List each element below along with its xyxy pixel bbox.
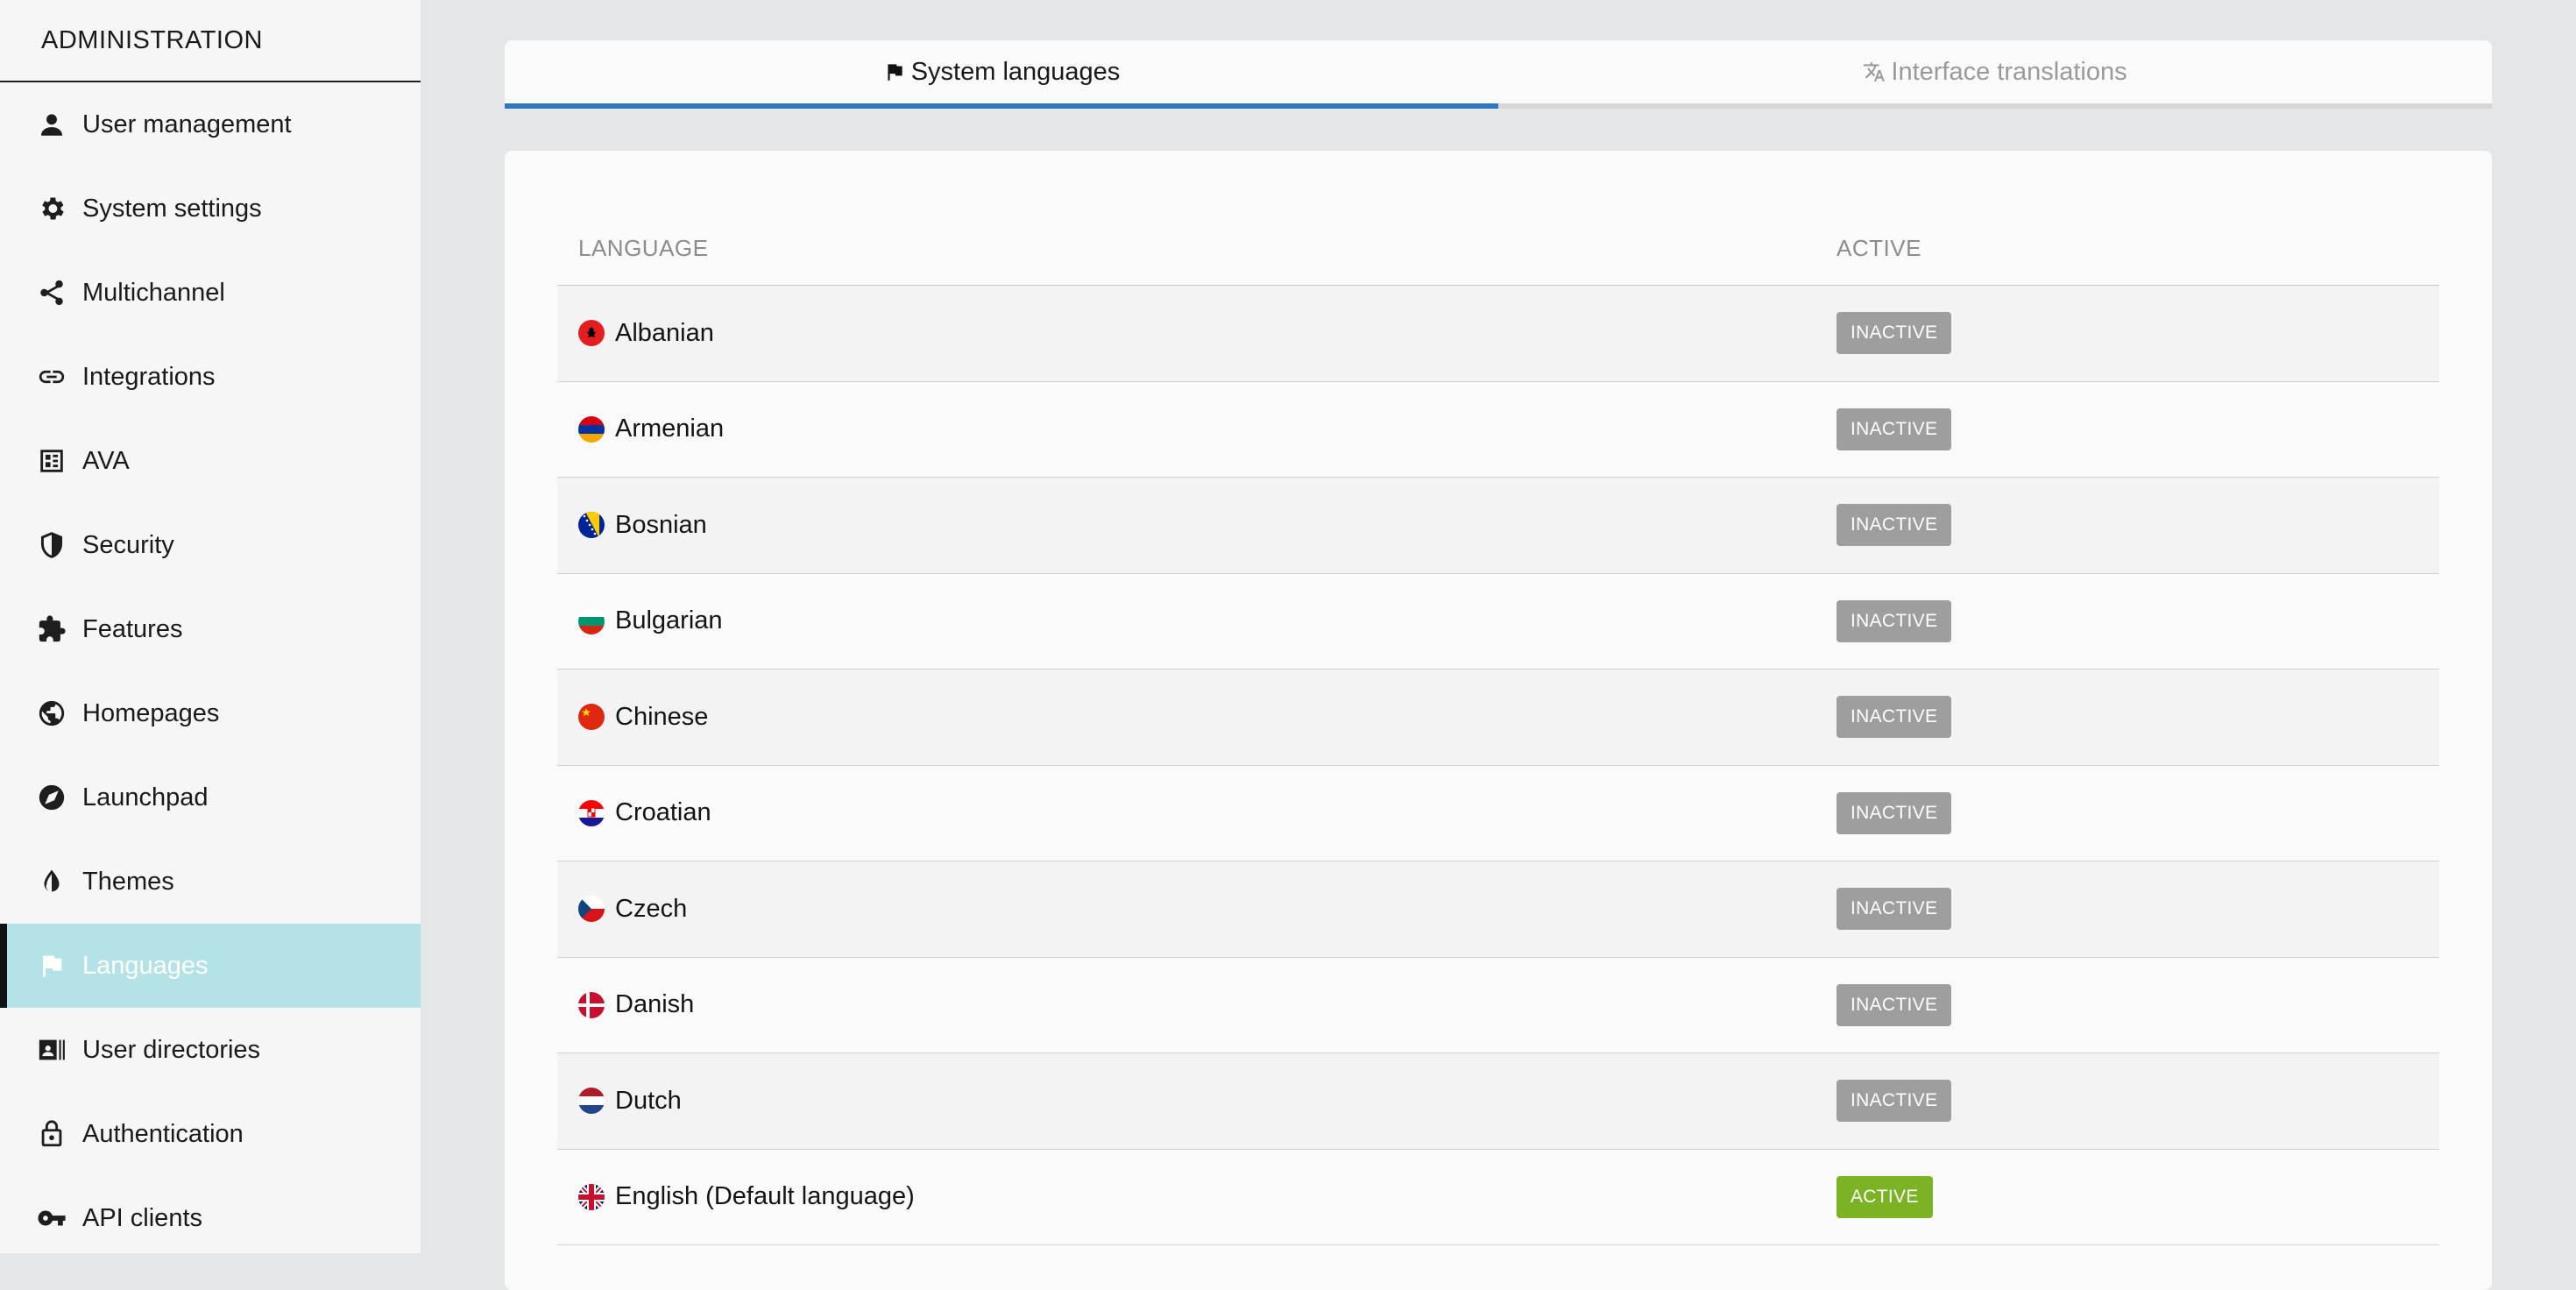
sidebar-item-api-clients[interactable]: API clients — [0, 1176, 421, 1253]
sidebar-item-security[interactable]: Security — [0, 503, 421, 587]
gear-icon — [35, 192, 68, 225]
sidebar-item-label: User directories — [82, 1035, 261, 1064]
flag-icon — [883, 60, 906, 83]
language-name: Danish — [615, 990, 695, 1019]
person-icon — [35, 108, 68, 141]
language-name: Croatian — [615, 798, 711, 827]
sidebar-title: ADMINISTRATION — [0, 0, 421, 82]
sidebar-item-label: Launchpad — [82, 783, 209, 812]
status-badge[interactable]: ACTIVE — [1836, 1175, 1933, 1218]
shield-icon — [35, 528, 68, 562]
dashboard-icon — [35, 444, 68, 478]
china-flag-icon — [578, 704, 605, 731]
table-row[interactable]: Bulgarian INACTIVE — [557, 574, 2439, 670]
sidebar-item-label: Authentication — [82, 1119, 244, 1148]
language-name: Bulgarian — [615, 606, 723, 635]
status-badge[interactable]: INACTIVE — [1836, 312, 1952, 355]
bulgaria-flag-icon — [578, 607, 605, 634]
tab-label: System languages — [910, 57, 1121, 86]
language-name: English (Default language) — [615, 1182, 915, 1211]
language-name: Dutch — [615, 1086, 682, 1115]
sidebar-item-user-directories[interactable]: User directories — [0, 1008, 421, 1092]
sidebar-item-system-settings[interactable]: System settings — [0, 167, 421, 251]
language-name: Albanian — [615, 318, 714, 347]
table-row[interactable]: Czech INACTIVE — [557, 861, 2439, 958]
tab-label: Interface translations — [1891, 57, 2127, 86]
sidebar-item-multichannel[interactable]: Multichannel — [0, 251, 421, 335]
language-name: Czech — [615, 894, 688, 923]
table-row[interactable]: English (Default language) ACTIVE — [557, 1150, 2439, 1245]
status-badge[interactable]: INACTIVE — [1836, 408, 1952, 450]
sidebar-item-launchpad[interactable]: Launchpad — [0, 755, 421, 840]
translate-icon — [1863, 60, 1886, 83]
sidebar-item-languages[interactable]: Languages — [0, 924, 421, 1008]
table-row[interactable]: Chinese INACTIVE — [557, 670, 2439, 766]
sidebar-item-features[interactable]: Features — [0, 587, 421, 671]
languages-table: LANGUAGE ACTIVE Albanian INACTIVE Armeni… — [557, 212, 2439, 1245]
flag-icon — [35, 949, 68, 982]
compass-icon — [35, 781, 68, 814]
sidebar-item-label: Features — [82, 614, 183, 643]
sidebar-item-label: Multichannel — [82, 278, 225, 307]
language-name: Bosnian — [615, 510, 707, 539]
sidebar-item-authentication[interactable]: Authentication — [0, 1092, 421, 1176]
column-header-active: ACTIVE — [1836, 235, 1921, 261]
armenia-flag-icon — [578, 415, 605, 443]
status-badge[interactable]: INACTIVE — [1836, 696, 1952, 739]
table-row[interactable]: Dutch INACTIVE — [557, 1053, 2439, 1150]
language-tabs: System languages Interface translations — [505, 40, 2492, 109]
sidebar-item-label: Themes — [82, 867, 174, 896]
sidebar-item-label: API clients — [82, 1203, 202, 1232]
table-row[interactable]: Armenian INACTIVE — [557, 382, 2439, 478]
albania-flag-icon — [578, 320, 605, 347]
language-name: Chinese — [615, 702, 709, 731]
status-badge[interactable]: INACTIVE — [1836, 1080, 1952, 1123]
status-badge[interactable]: INACTIVE — [1836, 888, 1952, 931]
lock-icon — [35, 1117, 68, 1151]
table-header: LANGUAGE ACTIVE — [557, 212, 2439, 286]
table-row[interactable]: Bosnian INACTIVE — [557, 478, 2439, 574]
sidebar-item-integrations[interactable]: Integrations — [0, 335, 421, 419]
column-header-language: LANGUAGE — [578, 235, 709, 261]
netherlands-flag-icon — [578, 1088, 605, 1115]
croatia-flag-icon — [578, 799, 605, 826]
table-row[interactable]: Croatian INACTIVE — [557, 766, 2439, 861]
sidebar-item-ava[interactable]: AVA — [0, 419, 421, 503]
denmark-flag-icon — [578, 991, 605, 1018]
contrast-icon — [35, 865, 68, 898]
contact-card-icon — [35, 1033, 68, 1067]
sidebar-item-homepages[interactable]: Homepages — [0, 671, 421, 755]
status-badge[interactable]: INACTIVE — [1836, 983, 1952, 1026]
key-icon — [35, 1201, 68, 1235]
language-name: Armenian — [615, 415, 725, 443]
share-icon — [35, 276, 68, 309]
czech-flag-icon — [578, 896, 605, 923]
sidebar-item-label: Homepages — [82, 698, 220, 727]
sidebar-item-label: System settings — [82, 194, 262, 223]
bosnia-flag-icon — [578, 512, 605, 539]
sidebar-item-label: User management — [82, 110, 292, 138]
status-badge[interactable]: INACTIVE — [1836, 791, 1952, 834]
link-icon — [35, 360, 68, 393]
globe-icon — [35, 697, 68, 730]
status-badge[interactable]: INACTIVE — [1836, 504, 1952, 547]
sidebar-item-label: Languages — [82, 951, 209, 980]
sidebar-item-label: Security — [82, 530, 174, 559]
table-row[interactable]: Danish INACTIVE — [557, 958, 2439, 1053]
tab-system-languages[interactable]: System languages — [505, 40, 1498, 109]
sidebar-item-label: AVA — [82, 446, 130, 475]
admin-sidebar: ADMINISTRATION User management System se… — [0, 0, 421, 1253]
puzzle-icon — [35, 613, 68, 646]
status-badge[interactable]: INACTIVE — [1836, 599, 1952, 642]
table-row[interactable]: Albanian INACTIVE — [557, 286, 2439, 382]
sidebar-item-themes[interactable]: Themes — [0, 840, 421, 924]
sidebar-item-user-management[interactable]: User management — [0, 82, 421, 167]
languages-card: LANGUAGE ACTIVE Albanian INACTIVE Armeni… — [505, 151, 2492, 1290]
uk-flag-icon — [578, 1183, 605, 1210]
table-body: Albanian INACTIVE Armenian INACTIVE Bosn… — [557, 286, 2439, 1245]
sidebar-item-label: Integrations — [82, 362, 216, 391]
tab-interface-translations[interactable]: Interface translations — [1498, 40, 2492, 109]
